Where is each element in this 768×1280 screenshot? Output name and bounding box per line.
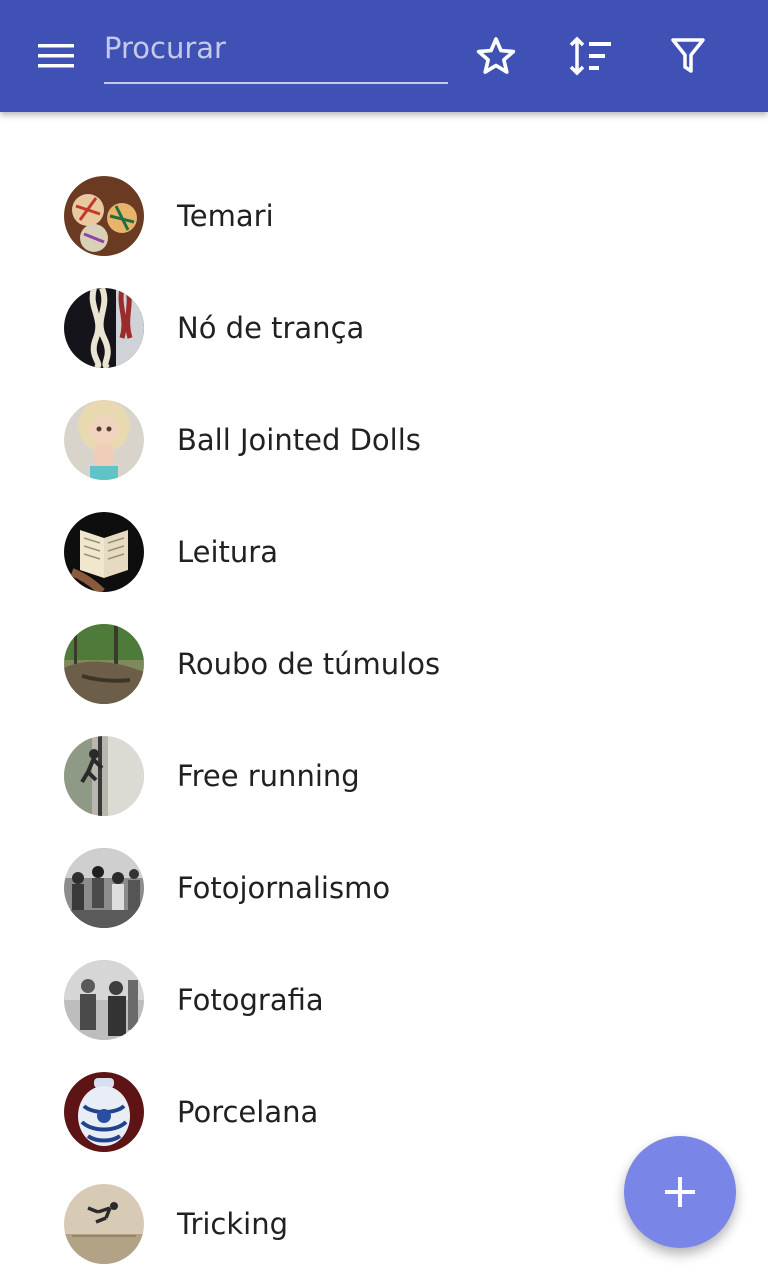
- item-label: Roubo de túmulos: [177, 647, 441, 681]
- list-item[interactable]: Leitura: [0, 496, 768, 608]
- item-label: Tricking: [177, 1207, 289, 1241]
- add-button[interactable]: [624, 1136, 736, 1248]
- search-field: [104, 26, 448, 84]
- item-label: Fotojornalismo: [177, 871, 391, 905]
- item-label: Temari: [177, 199, 274, 233]
- list-item[interactable]: Free running: [0, 720, 768, 832]
- braided-rope-photo: [64, 288, 144, 368]
- porcelain-jar-photo: [64, 1072, 144, 1152]
- bw-crowd-photo: [64, 848, 144, 928]
- forest-grave-photo: [64, 624, 144, 704]
- filter-icon[interactable]: [664, 32, 712, 80]
- book-photo: [64, 512, 144, 592]
- list-item[interactable]: Fotografia: [0, 944, 768, 1056]
- list-item[interactable]: Nó de trança: [0, 272, 768, 384]
- parkour-photo: [64, 736, 144, 816]
- item-label: Ball Jointed Dolls: [177, 423, 421, 457]
- flip-photo: [64, 1184, 144, 1264]
- app-bar: [0, 0, 768, 112]
- sort-icon[interactable]: [567, 32, 615, 80]
- list-item[interactable]: Roubo de túmulos: [0, 608, 768, 720]
- list-item[interactable]: Ball Jointed Dolls: [0, 384, 768, 496]
- list-item[interactable]: Temari: [0, 160, 768, 272]
- item-label: Leitura: [177, 535, 278, 569]
- plus-icon: [665, 1177, 695, 1207]
- doll-photo: [64, 400, 144, 480]
- list-item[interactable]: Fotojornalismo: [0, 832, 768, 944]
- bw-portrait-photo: [64, 960, 144, 1040]
- search-input[interactable]: [104, 26, 448, 70]
- item-label: Fotografia: [177, 983, 324, 1017]
- temari-photo: [64, 176, 144, 256]
- star-outline-icon[interactable]: [472, 32, 520, 80]
- item-label: Free running: [177, 759, 360, 793]
- menu-icon[interactable]: [24, 32, 88, 80]
- item-label: Nó de trança: [177, 311, 365, 345]
- item-label: Porcelana: [177, 1095, 319, 1129]
